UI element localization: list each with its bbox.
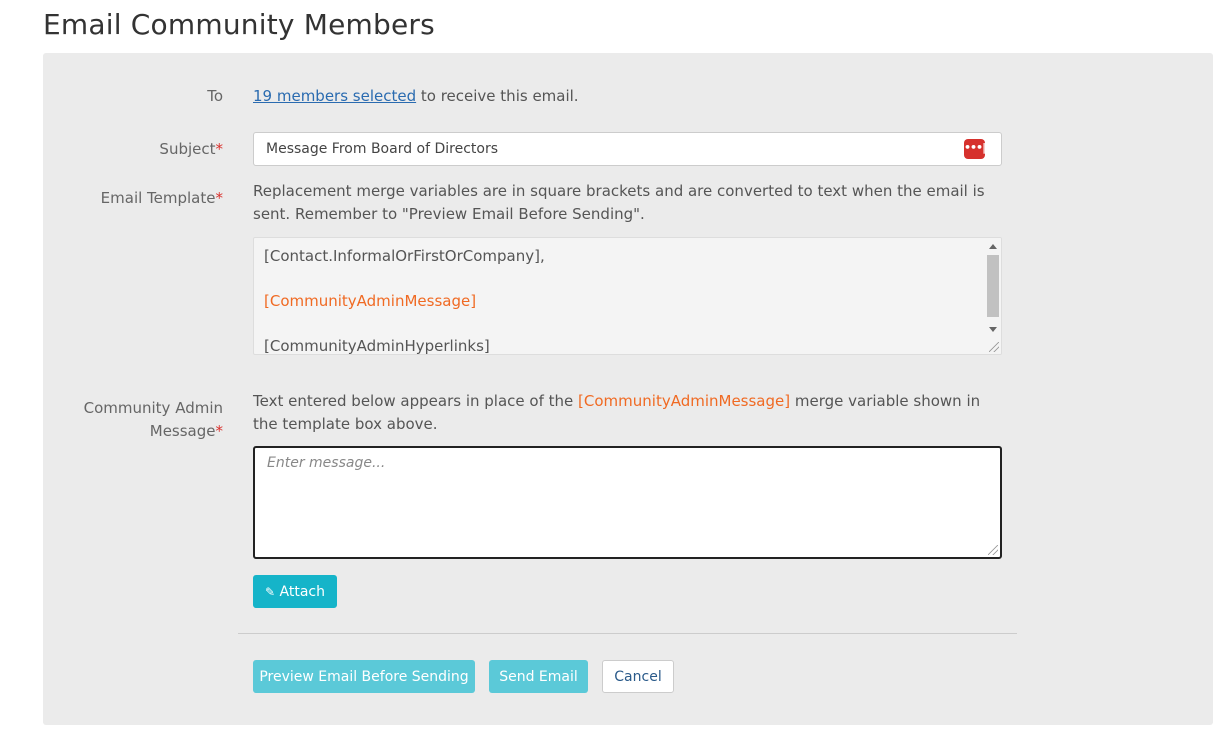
to-label: To <box>207 87 223 105</box>
template-line-admin-message: [CommunityAdminMessage] <box>264 292 477 310</box>
template-content: [Contact.InformalOrFirstOrCompany], [Com… <box>264 245 545 355</box>
subject-value: Message From Board of Directors <box>266 141 499 157</box>
cancel-button[interactable]: Cancel <box>602 660 674 693</box>
required-mark: * <box>215 140 224 158</box>
template-help-text: Replacement merge variables are in squar… <box>253 182 985 223</box>
admin-message-help-text: Text entered below appears in place of t… <box>253 392 981 433</box>
attach-label: Attach <box>279 584 325 600</box>
required-mark: * <box>215 189 224 207</box>
admin-message-placeholder: Enter message... <box>267 455 386 471</box>
resize-grip-icon[interactable] <box>988 545 998 555</box>
subject-label: Subject* <box>159 140 224 158</box>
scroll-thumb[interactable] <box>987 255 999 317</box>
template-line-hyperlinks: [CommunityAdminHyperlinks] <box>264 337 490 355</box>
admin-message-label: Community Admin Message* <box>83 399 224 440</box>
attach-button[interactable]: ✎ Attach <box>253 575 337 608</box>
admin-message-textarea[interactable]: Enter message... <box>253 446 1002 559</box>
to-value: 19 members selected to receive this emai… <box>253 85 579 108</box>
paperclip-icon: ✎ <box>265 585 276 599</box>
subject-input[interactable]: Message From Board of Directors •••| <box>253 132 1002 166</box>
scroll-down-arrow-icon[interactable] <box>989 327 997 332</box>
to-suffix: to receive this email. <box>416 87 579 105</box>
divider <box>238 633 1017 634</box>
merge-variable-reference: [CommunityAdminMessage] <box>578 392 791 410</box>
email-template-label: Email Template* <box>100 189 224 207</box>
page-title: Email Community Members <box>43 8 435 41</box>
email-template-textarea[interactable]: [Contact.InformalOrFirstOrCompany], [Com… <box>253 237 1002 355</box>
resize-grip-icon[interactable] <box>989 342 999 352</box>
required-mark: * <box>215 422 224 440</box>
email-form-panel: To 19 members selected to receive this e… <box>43 53 1213 725</box>
members-selected-link[interactable]: 19 members selected <box>253 87 416 105</box>
scroll-up-arrow-icon[interactable] <box>989 244 997 249</box>
send-email-button[interactable]: Send Email <box>489 660 588 693</box>
password-manager-icon[interactable]: •••| <box>964 139 986 159</box>
template-scrollbar[interactable] <box>985 238 1001 354</box>
preview-email-button[interactable]: Preview Email Before Sending <box>253 660 475 693</box>
template-line-greeting: [Contact.InformalOrFirstOrCompany], <box>264 247 545 265</box>
